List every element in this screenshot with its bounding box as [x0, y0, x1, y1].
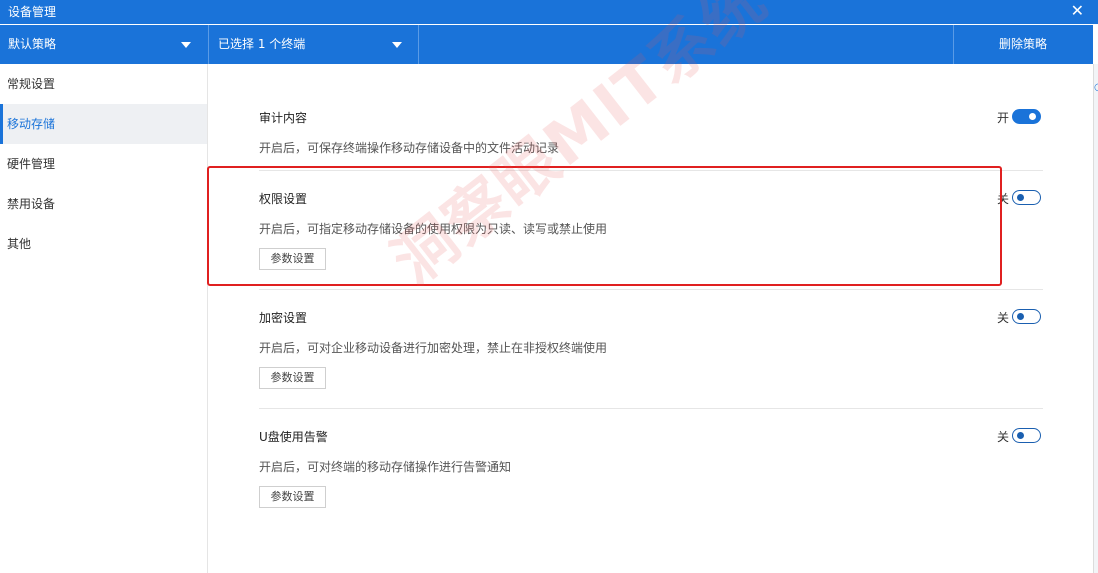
- section-title: 权限设置: [259, 192, 308, 206]
- usb-alert-params-button[interactable]: 参数设置: [259, 486, 326, 508]
- permission-toggle[interactable]: [1012, 190, 1041, 205]
- section-divider: [259, 289, 1043, 290]
- toolbar-divider: [418, 25, 419, 64]
- window-titlebar: 设备管理 ✕: [0, 0, 1098, 24]
- sidebar: 常规设置 移动存储 硬件管理 禁用设备 其他: [0, 64, 208, 573]
- sidebar-item-other[interactable]: 其他: [0, 224, 207, 264]
- sidebar-item-general[interactable]: 常规设置: [0, 64, 207, 104]
- section-title: U盘使用告警: [259, 430, 328, 444]
- audit-toggle[interactable]: [1012, 109, 1041, 124]
- toggle-knob: [1029, 113, 1036, 120]
- toggle-knob: [1017, 313, 1024, 320]
- close-icon[interactable]: ✕: [1071, 2, 1084, 20]
- encryption-params-button[interactable]: 参数设置: [259, 367, 326, 389]
- toggle-state-label: 关: [997, 192, 1010, 206]
- section-title: 加密设置: [259, 311, 308, 325]
- refresh-icon: ◔: [1094, 82, 1098, 93]
- window-title: 设备管理: [8, 5, 57, 19]
- section-title: 审计内容: [259, 111, 308, 125]
- background-window-edge: ◔: [1093, 64, 1098, 573]
- settings-panel: 审计内容 开启后，可保存终端操作移动存储设备中的文件活动记录 开 权限设置 开启…: [209, 64, 1093, 573]
- section-description: 开启后，可指定移动存储设备的使用权限为只读、读写或禁止使用: [259, 222, 608, 236]
- sidebar-item-hardware[interactable]: 硬件管理: [0, 144, 207, 184]
- toggle-state-label: 开: [997, 111, 1010, 125]
- chevron-down-icon: [181, 42, 191, 48]
- section-description: 开启后，可对企业移动设备进行加密处理，禁止在非授权终端使用: [259, 341, 608, 355]
- usb-alert-toggle[interactable]: [1012, 428, 1041, 443]
- delete-policy-button[interactable]: 删除策略: [953, 25, 1093, 64]
- chevron-down-icon: [392, 42, 402, 48]
- permission-params-button[interactable]: 参数设置: [259, 248, 326, 270]
- toolbar-divider: [208, 25, 209, 64]
- toggle-state-label: 关: [997, 430, 1010, 444]
- section-divider: [259, 170, 1043, 171]
- encryption-toggle[interactable]: [1012, 309, 1041, 324]
- terminal-select-label: 已选择 1 个终端: [218, 37, 306, 51]
- policy-dropdown-label: 默认策略: [8, 37, 57, 51]
- section-divider: [259, 408, 1043, 409]
- toggle-state-label: 关: [997, 311, 1010, 325]
- toggle-knob: [1017, 194, 1024, 201]
- toolbar: 默认策略 已选择 1 个终端 删除策略: [0, 25, 1093, 64]
- section-description: 开启后，可保存终端操作移动存储设备中的文件活动记录: [259, 141, 560, 155]
- toggle-knob: [1017, 432, 1024, 439]
- sidebar-item-disabled-devices[interactable]: 禁用设备: [0, 184, 207, 224]
- section-description: 开启后，可对终端的移动存储操作进行告警通知: [259, 460, 512, 474]
- sidebar-item-removable-storage[interactable]: 移动存储: [0, 104, 207, 144]
